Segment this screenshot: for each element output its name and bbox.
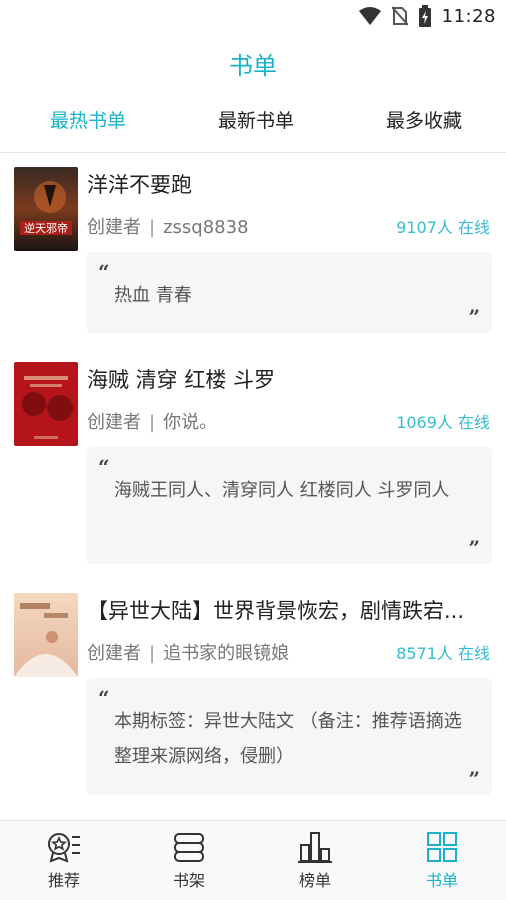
creator-line: 创建者 | 你说。 (87, 412, 218, 433)
quote-text: 热血 青春 (114, 285, 192, 306)
close-quote-icon: ” (468, 536, 480, 560)
ranking-icon (298, 832, 332, 863)
creator-line: 创建者 | 追书家的眼镜娘 (87, 643, 290, 664)
battery-charging-icon (418, 5, 431, 27)
creator-line: 创建者 | zssq8838 (87, 217, 249, 238)
quote-text: 海贼王同人、清穿同人 红楼同人 斗罗同人 (114, 480, 450, 501)
nav-label: 推荐 (47, 871, 80, 890)
book-cover: 逆天邪帝 (14, 167, 78, 251)
nav-bookshelf[interactable]: 书架 (149, 831, 229, 891)
recommend-icon (48, 833, 80, 863)
no-sim-icon (391, 6, 408, 26)
open-quote-icon: “ (98, 686, 110, 710)
online-count: 1069人 在线 (396, 413, 490, 432)
nav-label: 榜单 (298, 871, 331, 890)
creator-label: 创建者 (87, 217, 141, 238)
booklist-icon (427, 832, 457, 862)
bottom-nav: 推荐 书架 榜单 书单 (0, 820, 506, 900)
status-bar: 11:28 (0, 0, 506, 34)
tab-bar: 最热书单 最新书单 最多收藏 (0, 100, 506, 138)
creator-label: 创建者 (87, 643, 141, 664)
online-count: 8571人 在线 (396, 644, 490, 663)
list-item[interactable]: 【异世大陆】世界背景恢宏，剧情跌宕... 创建者 | 追书家的眼镜娘 8571人 在… (0, 579, 506, 801)
tab-most-favorited[interactable]: 最多收藏 (386, 106, 462, 133)
booklist-title: 洋洋不要跑 (87, 173, 192, 197)
cover-title-art: 逆天邪帝 (24, 221, 68, 235)
list-item[interactable]: 海贼 清穿 红楼 斗罗 创建者 | 你说。 1069人 在线 “ 海贼王同人、清穿同… (0, 348, 506, 570)
creator-name: 你说。 (163, 412, 218, 433)
nav-booklist[interactable]: 书单 (402, 831, 482, 891)
nav-ranking[interactable]: 榜单 (275, 831, 355, 891)
bookshelf-icon (174, 833, 204, 862)
creator-name: zssq8838 (163, 217, 249, 238)
page-title: 书单 (229, 52, 277, 80)
creator-label: 创建者 (87, 412, 141, 433)
nav-label: 书单 (425, 871, 458, 890)
wifi-icon (358, 7, 381, 25)
creator-name: 追书家的眼镜娘 (163, 643, 290, 664)
nav-recommend[interactable]: 推荐 (24, 831, 104, 891)
status-time: 11:28 (441, 5, 496, 27)
quote-box: “ 海贼王同人、清穿同人 红楼同人 斗罗同人 ” (86, 447, 492, 564)
quote-box: “ 热血 青春 ” (86, 252, 492, 333)
book-cover (14, 362, 78, 446)
close-quote-icon: ” (468, 305, 480, 329)
close-quote-icon: ” (468, 767, 480, 791)
list-item[interactable]: 逆天邪帝 洋洋不要跑 创建者 | zssq8838 9107人 在线 “ 热血 青春… (0, 153, 506, 343)
booklist-title: 【异世大陆】世界背景恢宏，剧情跌宕... (87, 599, 465, 623)
tab-hottest[interactable]: 最热书单 (50, 106, 126, 133)
booklist-title: 海贼 清穿 红楼 斗罗 (87, 368, 276, 392)
nav-label: 书架 (172, 871, 205, 890)
online-count: 9107人 在线 (396, 218, 490, 237)
quote-box: “ 本期标签：异世大陆文 （备注：推荐语摘选整理来源网络，侵删） ” (86, 678, 492, 795)
open-quote-icon: “ (98, 260, 110, 284)
open-quote-icon: “ (98, 455, 110, 479)
tab-newest[interactable]: 最新书单 (218, 106, 294, 133)
book-cover (14, 593, 78, 677)
quote-text: 本期标签：异世大陆文 （备注：推荐语摘选整理来源网络，侵删） (114, 711, 462, 767)
